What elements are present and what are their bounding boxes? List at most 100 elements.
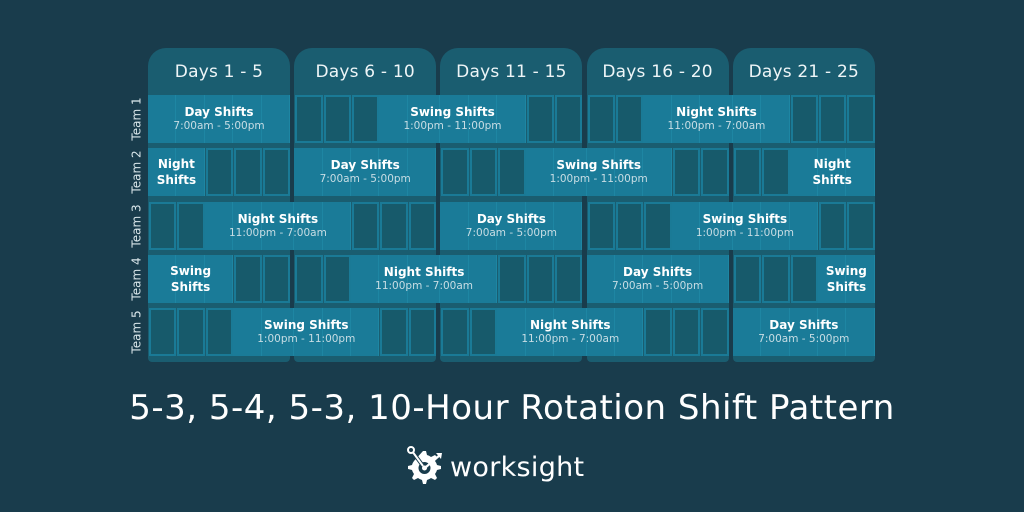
work-day-cell bbox=[176, 254, 205, 303]
work-day-cell bbox=[818, 308, 847, 357]
off-day-cell bbox=[526, 95, 554, 143]
work-day-cell bbox=[732, 308, 762, 357]
work-day-cell bbox=[148, 95, 177, 143]
work-day-cell bbox=[176, 95, 205, 143]
off-day-cell bbox=[408, 201, 437, 250]
work-day-cell bbox=[204, 201, 234, 250]
work-day-cell bbox=[148, 254, 177, 303]
work-day-cell bbox=[554, 148, 587, 197]
work-day-cell bbox=[261, 95, 290, 143]
work-day-cell bbox=[440, 201, 469, 250]
work-day-cell bbox=[322, 148, 351, 197]
work-day-cell bbox=[261, 201, 295, 250]
page-title: 5-3, 5-4, 5-3, 10-Hour Rotation Shift Pa… bbox=[129, 388, 895, 428]
off-day-cell bbox=[526, 254, 554, 303]
off-day-cell bbox=[498, 254, 526, 303]
work-day-cell bbox=[789, 148, 818, 197]
work-day-cell bbox=[407, 148, 437, 197]
off-day-cell bbox=[498, 148, 526, 197]
off-day-cell bbox=[790, 254, 818, 303]
team-row: Day Shifts 7:00am - 5:00pm Swing Shifts 1:0… bbox=[148, 95, 876, 143]
work-day-cell bbox=[761, 95, 790, 143]
work-day-cell bbox=[233, 308, 262, 357]
work-day-cell bbox=[379, 254, 408, 303]
work-day-cell bbox=[407, 95, 441, 143]
work-day-cell bbox=[440, 95, 469, 143]
team-row: Swing Shifts Night Shifts 11:00pm - 7:00am D… bbox=[148, 254, 876, 303]
gear-arrow-logo-icon bbox=[404, 445, 444, 489]
work-day-cell bbox=[407, 254, 441, 303]
off-day-cell bbox=[262, 254, 290, 303]
brand-name: worksight bbox=[450, 451, 585, 483]
work-day-cell bbox=[148, 148, 177, 197]
work-day-cell bbox=[525, 148, 554, 197]
work-day-cell bbox=[586, 148, 615, 197]
work-day-cell bbox=[761, 308, 790, 357]
brand-logo: worksight bbox=[404, 446, 584, 488]
team-label: Team 5 bbox=[126, 308, 148, 356]
off-day-cell bbox=[323, 254, 351, 303]
team-label-text: Team 3 bbox=[130, 204, 145, 248]
period-header: Days 11 - 15 bbox=[456, 61, 567, 82]
work-day-cell bbox=[732, 201, 762, 250]
team-label-text: Team 4 bbox=[130, 257, 145, 301]
work-day-cell bbox=[351, 308, 380, 357]
team-label: Team 2 bbox=[126, 148, 148, 196]
work-day-cell bbox=[525, 308, 554, 357]
work-day-cell bbox=[615, 254, 644, 303]
work-day-cell bbox=[586, 254, 615, 303]
work-day-cell bbox=[322, 201, 351, 250]
period-header: Days 1 - 5 bbox=[174, 61, 264, 82]
off-day-cell bbox=[177, 308, 205, 357]
off-day-cell bbox=[847, 95, 875, 143]
work-day-cell bbox=[732, 95, 762, 143]
off-day-cell bbox=[408, 308, 437, 357]
work-day-cell bbox=[700, 95, 733, 143]
work-day-cell bbox=[789, 308, 818, 357]
team-label-text: Team 2 bbox=[130, 150, 145, 194]
period-header: Days 21 - 25 bbox=[748, 61, 860, 82]
off-day-cell bbox=[762, 148, 790, 197]
work-day-cell bbox=[468, 95, 498, 143]
off-day-cell bbox=[644, 308, 672, 357]
work-day-cell bbox=[671, 254, 701, 303]
work-day-cell bbox=[233, 95, 262, 143]
work-day-cell bbox=[294, 201, 323, 250]
off-day-cell bbox=[323, 95, 351, 143]
work-day-cell bbox=[643, 95, 672, 143]
off-day-cell bbox=[672, 148, 701, 197]
team-row: Night Shifts Day Shifts 7:00am - 5:00pm Swin… bbox=[148, 148, 876, 197]
off-day-cell bbox=[701, 308, 729, 357]
work-day-cell bbox=[846, 148, 875, 197]
team-label-text: Team 1 bbox=[130, 97, 145, 141]
work-day-cell bbox=[322, 308, 351, 357]
off-day-cell bbox=[733, 254, 762, 303]
off-day-cell bbox=[555, 254, 583, 303]
work-day-cell bbox=[379, 148, 408, 197]
work-day-cell bbox=[761, 201, 790, 250]
off-day-cell bbox=[149, 201, 177, 250]
off-day-cell bbox=[616, 201, 644, 250]
team-row: Night Shifts 11:00pm - 7:00am Day Shifts 7:… bbox=[148, 201, 876, 250]
off-day-cell bbox=[295, 254, 323, 303]
off-day-cell bbox=[469, 148, 498, 197]
work-day-cell bbox=[643, 148, 672, 197]
work-day-cell bbox=[846, 254, 875, 303]
team-row: Swing Shifts 1:00pm - 11:00pm Night Shifts… bbox=[148, 308, 876, 357]
off-day-cell bbox=[441, 308, 469, 357]
work-day-cell bbox=[818, 254, 847, 303]
off-day-cell bbox=[234, 254, 262, 303]
off-day-cell bbox=[644, 201, 672, 250]
work-day-cell bbox=[700, 254, 729, 303]
work-day-cell bbox=[525, 201, 554, 250]
work-day-cell bbox=[846, 308, 875, 357]
work-day-cell bbox=[468, 254, 498, 303]
off-day-cell bbox=[352, 95, 380, 143]
work-day-cell bbox=[294, 148, 323, 197]
off-day-cell bbox=[295, 95, 323, 143]
work-day-cell bbox=[261, 308, 295, 357]
work-day-cell bbox=[379, 95, 408, 143]
off-day-cell bbox=[205, 148, 234, 197]
work-day-cell bbox=[294, 308, 323, 357]
work-day-cell bbox=[497, 308, 526, 357]
